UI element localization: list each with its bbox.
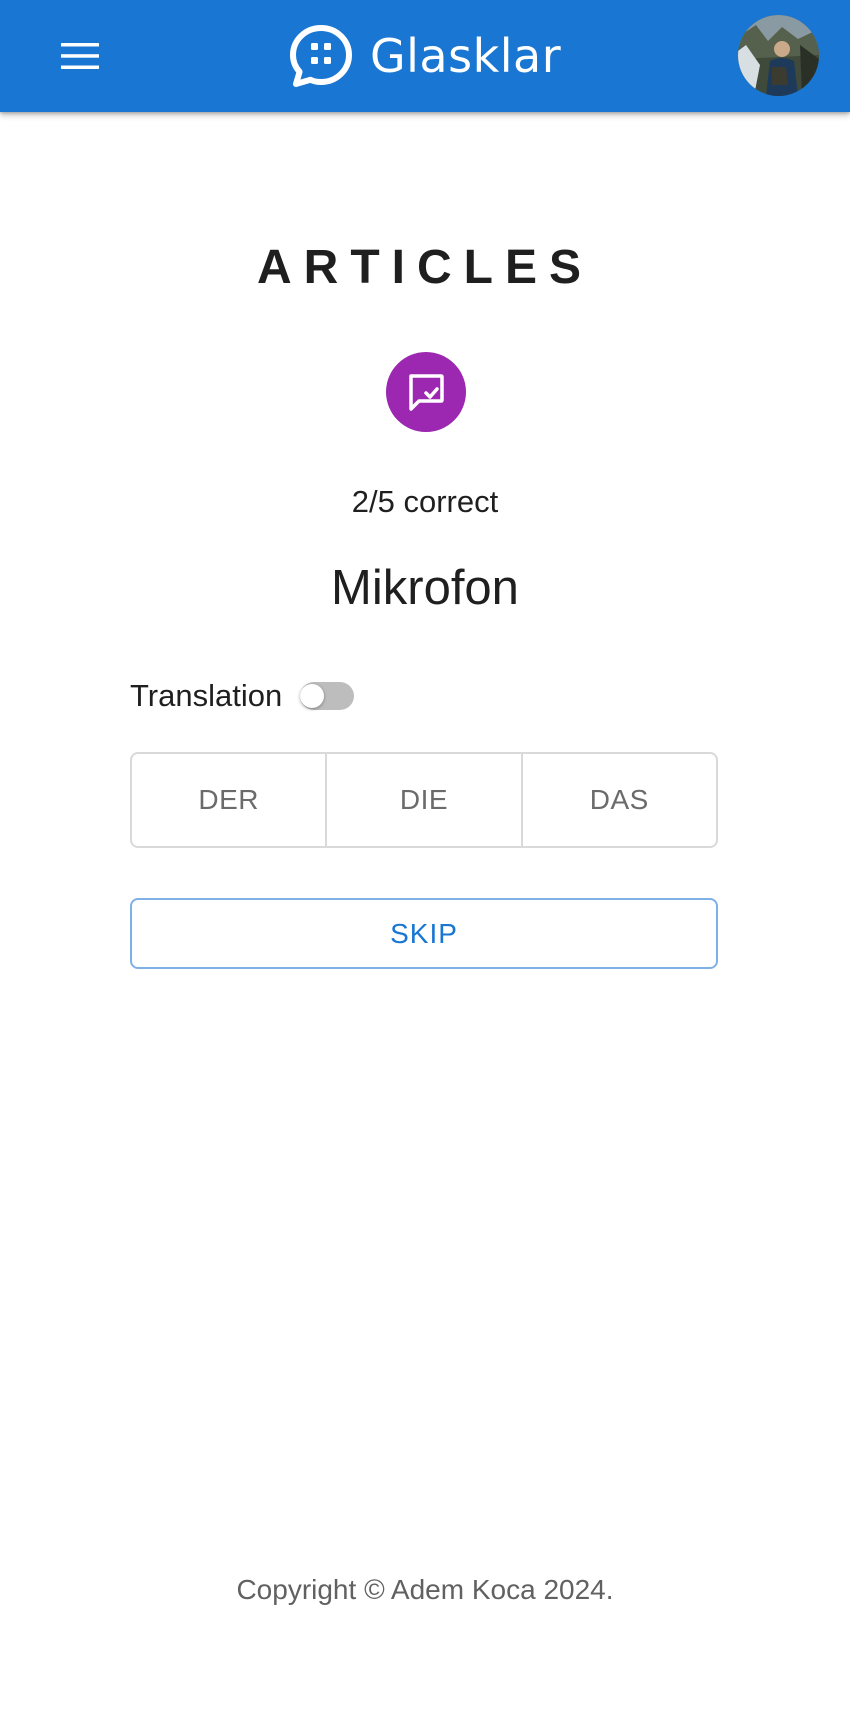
copyright-footer: Copyright © Adem Koca 2024.: [236, 1574, 614, 1605]
chat-bubble-logo-icon: [290, 25, 352, 87]
user-avatar-photo: [738, 15, 819, 96]
skip-button[interactable]: SKIP: [130, 898, 718, 969]
translation-toggle-row: Translation: [130, 674, 356, 718]
rate-review-icon: [409, 374, 444, 411]
translation-label: Translation: [130, 678, 283, 713]
article-button-die[interactable]: DIE: [327, 754, 523, 846]
page-title: ARTICLES: [257, 241, 593, 294]
hamburger-menu-icon: [61, 43, 99, 69]
article-button-das[interactable]: DAS: [523, 754, 716, 846]
article-button-group: DER DIE DAS: [130, 752, 718, 848]
menu-button[interactable]: [44, 23, 116, 89]
avatar[interactable]: [738, 15, 819, 96]
brand[interactable]: Glasklar: [288, 20, 561, 92]
app-bar: Glasklar: [0, 0, 850, 112]
article-button-der[interactable]: DER: [132, 754, 328, 846]
brand-name: Glasklar: [370, 29, 562, 83]
translation-switch[interactable]: [298, 680, 356, 712]
quiz-word: Mikrofon: [331, 561, 519, 615]
score-text: 2/5 correct: [351, 484, 499, 519]
exercise-badge: [386, 352, 466, 432]
